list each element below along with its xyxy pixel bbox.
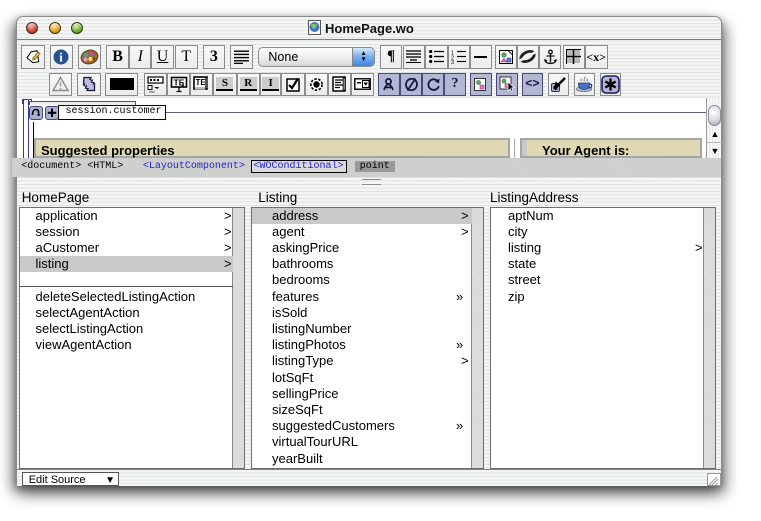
svg-text:3: 3 xyxy=(451,60,454,64)
svg-text:i: i xyxy=(59,50,63,64)
svg-text:TE: TE xyxy=(196,78,207,87)
